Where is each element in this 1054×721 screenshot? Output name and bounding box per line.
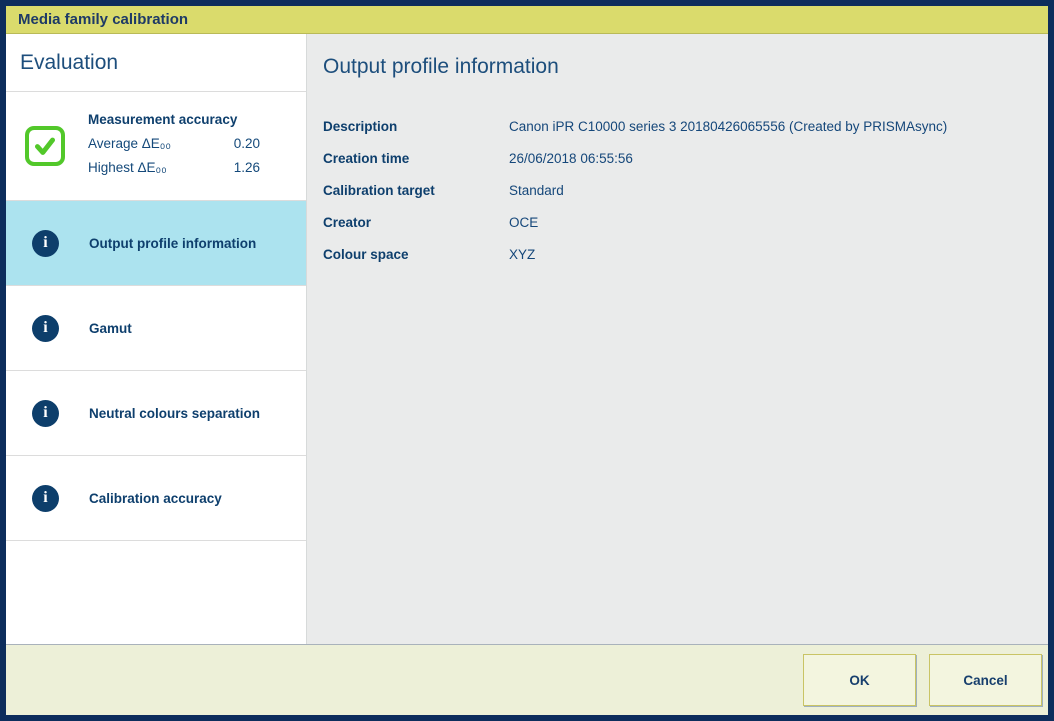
measurement-average-value: 0.20	[234, 132, 260, 156]
ok-button[interactable]: OK	[803, 654, 916, 706]
measurement-row-average: Average ΔE₀₀ 0.20	[88, 132, 260, 156]
sidebar-item-measurement-accuracy[interactable]: Measurement accuracy Average ΔE₀₀ 0.20 H…	[6, 92, 306, 201]
info-icon: i	[32, 230, 59, 257]
measurement-accuracy-summary: Measurement accuracy Average ΔE₀₀ 0.20 H…	[88, 112, 260, 180]
field-label: Creation time	[323, 151, 509, 166]
media-family-calibration-dialog: Media family calibration Evaluation Meas…	[0, 0, 1054, 721]
field-row-creation-time: Creation time 26/06/2018 06:55:56	[323, 142, 1048, 174]
info-icon: i	[32, 400, 59, 427]
measurement-highest-value: 1.26	[234, 156, 260, 180]
profile-info-fields: Description Canon iPR C10000 series 3 20…	[323, 110, 1048, 270]
info-icon-glyph: i	[43, 490, 47, 506]
field-value: Standard	[509, 183, 564, 198]
info-icon-glyph: i	[43, 405, 47, 421]
sidebar-header: Evaluation	[6, 34, 306, 92]
sidebar-item-label: Calibration accuracy	[89, 491, 222, 506]
footer-bar: OK Cancel	[6, 644, 1048, 715]
sidebar-item-neutral-colours-separation[interactable]: i Neutral colours separation	[6, 371, 306, 456]
field-label: Colour space	[323, 247, 509, 262]
field-row-creator: Creator OCE	[323, 206, 1048, 238]
dialog-title: Media family calibration	[18, 11, 188, 28]
dialog-titlebar: Media family calibration	[6, 6, 1048, 34]
measurement-average-label: Average ΔE₀₀	[88, 132, 171, 156]
sidebar-item-label: Gamut	[89, 321, 132, 336]
field-value: 26/06/2018 06:55:56	[509, 151, 633, 166]
check-icon	[25, 126, 65, 166]
field-row-calibration-target: Calibration target Standard	[323, 174, 1048, 206]
sidebar-item-calibration-accuracy[interactable]: i Calibration accuracy	[6, 456, 306, 541]
sidebar-header-label: Evaluation	[20, 51, 118, 75]
field-label: Calibration target	[323, 183, 509, 198]
sidebar-item-label: Output profile information	[89, 236, 256, 251]
measurement-highest-label: Highest ΔE₀₀	[88, 156, 167, 180]
measurement-accuracy-title: Measurement accuracy	[88, 112, 260, 127]
sidebar-item-gamut[interactable]: i Gamut	[6, 286, 306, 371]
cancel-button[interactable]: Cancel	[929, 654, 1042, 706]
page-title: Output profile information	[323, 55, 1048, 79]
field-value: XYZ	[509, 247, 535, 262]
field-label: Description	[323, 119, 509, 134]
field-row-description: Description Canon iPR C10000 series 3 20…	[323, 110, 1048, 142]
evaluation-sidebar: Evaluation Measurement accuracy Average …	[6, 34, 306, 644]
sidebar-item-output-profile-information[interactable]: i Output profile information	[6, 201, 306, 286]
info-icon: i	[32, 315, 59, 342]
sidebar-item-label: Neutral colours separation	[89, 406, 260, 421]
info-icon: i	[32, 485, 59, 512]
field-row-colour-space: Colour space XYZ	[323, 238, 1048, 270]
main-panel: Output profile information Description C…	[306, 34, 1048, 644]
field-value: OCE	[509, 215, 538, 230]
field-label: Creator	[323, 215, 509, 230]
info-icon-glyph: i	[43, 320, 47, 336]
info-icon-glyph: i	[43, 235, 47, 251]
field-value: Canon iPR C10000 series 3 20180426065556…	[509, 119, 947, 134]
dialog-content: Evaluation Measurement accuracy Average …	[6, 34, 1048, 644]
measurement-row-highest: Highest ΔE₀₀ 1.26	[88, 156, 260, 180]
